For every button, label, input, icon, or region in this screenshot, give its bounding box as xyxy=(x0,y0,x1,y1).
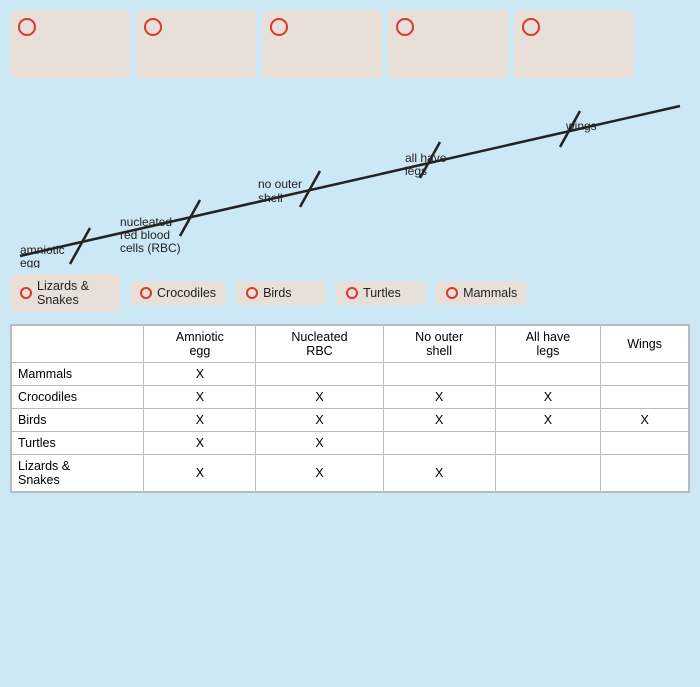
cell-birds-amniotic: X xyxy=(144,409,256,432)
table-header-row: Amnioticegg NucleatedRBC No outershell A… xyxy=(12,326,689,363)
table-row: Crocodiles X X X X xyxy=(12,386,689,409)
col-header-noshell: No outershell xyxy=(383,326,495,363)
legend-row: Lizards &Snakes Crocodiles Birds Turtles… xyxy=(0,268,700,318)
cell-birds-wings: X xyxy=(601,409,689,432)
cell-croc-legs: X xyxy=(495,386,601,409)
table-row: Mammals X xyxy=(12,363,689,386)
legend-dot-turtles xyxy=(346,287,358,299)
legend-turtles: Turtles xyxy=(336,281,426,305)
svg-text:wings: wings xyxy=(565,119,597,133)
legend-birds: Birds xyxy=(236,281,326,305)
row-label-crocodiles: Crocodiles xyxy=(12,386,144,409)
col-header-nucleated: NucleatedRBC xyxy=(256,326,383,363)
cell-turtles-legs xyxy=(495,432,601,455)
cell-mammals-wings xyxy=(601,363,689,386)
svg-text:red blood: red blood xyxy=(120,228,170,242)
col-header-wings: Wings xyxy=(601,326,689,363)
cell-lizards-amniotic: X xyxy=(144,455,256,492)
svg-text:cells (RBC): cells (RBC) xyxy=(120,241,181,255)
card-1-circle xyxy=(18,18,36,36)
legend-label-mammals: Mammals xyxy=(463,286,517,300)
top-cards-row xyxy=(0,0,700,78)
legend-label-birds: Birds xyxy=(263,286,291,300)
row-label-birds: Birds xyxy=(12,409,144,432)
row-label-mammals: Mammals xyxy=(12,363,144,386)
cell-turtles-nucleated: X xyxy=(256,432,383,455)
svg-text:legs: legs xyxy=(405,164,427,178)
cell-turtles-amniotic: X xyxy=(144,432,256,455)
row-label-lizards: Lizards &Snakes xyxy=(12,455,144,492)
traits-table: Amnioticegg NucleatedRBC No outershell A… xyxy=(11,325,689,492)
cladogram: amniotic egg nucleated red blood cells (… xyxy=(10,78,690,268)
legend-label-lizards: Lizards &Snakes xyxy=(37,279,89,307)
card-2-circle xyxy=(144,18,162,36)
cell-lizards-noshell: X xyxy=(383,455,495,492)
cell-croc-wings xyxy=(601,386,689,409)
cell-birds-nucleated: X xyxy=(256,409,383,432)
card-5 xyxy=(514,10,634,78)
card-1 xyxy=(10,10,130,78)
cell-lizards-nucleated: X xyxy=(256,455,383,492)
cell-croc-amniotic: X xyxy=(144,386,256,409)
legend-crocodiles: Crocodiles xyxy=(130,281,226,305)
legend-label-turtles: Turtles xyxy=(363,286,401,300)
table-row: Birds X X X X X xyxy=(12,409,689,432)
legend-dot-crocodiles xyxy=(140,287,152,299)
cell-mammals-legs xyxy=(495,363,601,386)
svg-text:all have: all have xyxy=(405,151,447,165)
card-3-circle xyxy=(270,18,288,36)
legend-lizards-snakes: Lizards &Snakes xyxy=(10,274,120,312)
col-header-amniotic: Amnioticegg xyxy=(144,326,256,363)
cell-turtles-wings xyxy=(601,432,689,455)
card-4 xyxy=(388,10,508,78)
legend-label-crocodiles: Crocodiles xyxy=(157,286,216,300)
cell-birds-noshell: X xyxy=(383,409,495,432)
cell-turtles-noshell xyxy=(383,432,495,455)
table-row: Lizards &Snakes X X X xyxy=(12,455,689,492)
cell-lizards-wings xyxy=(601,455,689,492)
card-4-circle xyxy=(396,18,414,36)
legend-dot-birds xyxy=(246,287,258,299)
svg-text:shell: shell xyxy=(258,191,283,205)
svg-text:no outer: no outer xyxy=(258,177,302,191)
legend-mammals: Mammals xyxy=(436,281,527,305)
cell-mammals-nucleated xyxy=(256,363,383,386)
legend-dot-mammals xyxy=(446,287,458,299)
cell-birds-legs: X xyxy=(495,409,601,432)
traits-table-container: Amnioticegg NucleatedRBC No outershell A… xyxy=(10,324,690,493)
cell-croc-nucleated: X xyxy=(256,386,383,409)
col-header-legs: All havelegs xyxy=(495,326,601,363)
card-2 xyxy=(136,10,256,78)
cell-croc-noshell: X xyxy=(383,386,495,409)
cell-mammals-amniotic: X xyxy=(144,363,256,386)
svg-text:egg: egg xyxy=(20,256,40,268)
cell-mammals-noshell xyxy=(383,363,495,386)
svg-text:amniotic: amniotic xyxy=(20,243,65,257)
table-row: Turtles X X xyxy=(12,432,689,455)
cell-lizards-legs xyxy=(495,455,601,492)
card-5-circle xyxy=(522,18,540,36)
legend-dot-lizards xyxy=(20,287,32,299)
svg-text:nucleated: nucleated xyxy=(120,215,172,229)
row-label-turtles: Turtles xyxy=(12,432,144,455)
col-header-name xyxy=(12,326,144,363)
card-3 xyxy=(262,10,382,78)
